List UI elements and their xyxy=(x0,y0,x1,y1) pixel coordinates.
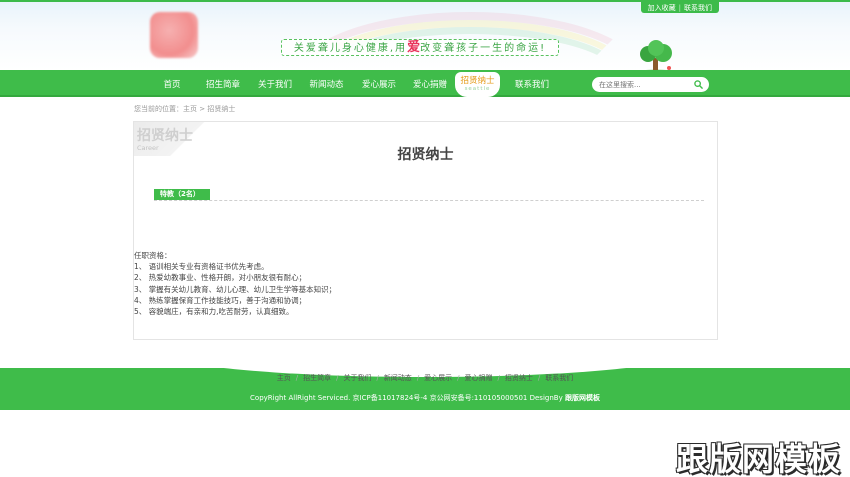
nav-item-careers-label: 招贤纳士 xyxy=(460,76,495,86)
copyright-text: CopyRight AllRight Serviced. 京ICP备110178… xyxy=(250,394,563,402)
search-input[interactable] xyxy=(599,79,689,90)
designer-link[interactable]: 跟版网模板 xyxy=(565,394,600,402)
nav-item-showcase[interactable]: 爱心展示 xyxy=(353,78,405,90)
nav-item-news[interactable]: 新闻动态 xyxy=(300,78,353,90)
search-box xyxy=(592,77,709,92)
footer-separator: / xyxy=(376,374,379,382)
footer-link-careers[interactable]: 招贤纳士 xyxy=(505,374,533,382)
copyright: CopyRight AllRight Serviced. 京ICP备110178… xyxy=(0,393,850,403)
footer-separator: / xyxy=(416,374,420,382)
job-requirements: 任职资格： 1、 语训相关专业有资格证书优先考虑。 2、 热爱幼教事业、性格开朗… xyxy=(134,250,336,317)
footer-link-donation[interactable]: 爱心捐赠 xyxy=(465,374,493,382)
slogan-text-post: 改变聋孩子一生的命运! xyxy=(420,43,547,54)
nav-item-about[interactable]: 关于我们 xyxy=(250,78,300,90)
requirement-item: 4、 熟练掌握保育工作技能技巧，善于沟通和协调； xyxy=(134,295,307,305)
slogan-banner: 关爱聋儿身心健康,用爱改变聋孩子一生的命运! xyxy=(281,39,559,56)
divider xyxy=(154,200,704,201)
job-position-tab[interactable]: 特教（2名） xyxy=(154,189,210,200)
footer-separator: / xyxy=(336,374,339,382)
footer-links: 主页 / 招生简章 / 关于我们 / 新闻动态 / 爱心展示 / 爱心捐赠 / 招贤纳士 / 联系我们 xyxy=(0,373,850,383)
nav-item-contact[interactable]: 联系我们 xyxy=(507,78,557,90)
top-links: 加入收藏 | 联系我们 xyxy=(640,2,719,13)
nav-item-admissions[interactable]: 招生简章 xyxy=(196,78,250,90)
breadcrumb: 您当前的位置：主页 > 招贤纳士 xyxy=(134,105,236,113)
nav-item-careers-sub: seattle xyxy=(464,86,491,92)
footer-separator: / xyxy=(537,374,541,382)
nav-item-careers[interactable]: 招贤纳士 seattle xyxy=(455,72,500,97)
requirement-item: 2、 热爱幼教事业、性格开朗，对小朋友很有耐心； xyxy=(134,273,307,283)
add-favorite-link[interactable]: 加入收藏 xyxy=(645,3,679,13)
nav-items: 首页 招生简章 关于我们 新闻动态 爱心展示 爱心捐赠 招贤纳士 seattle… xyxy=(148,70,557,97)
content-box: 招贤纳士 Career 招贤纳士 特教（2名） 任职资格： 1、 语训相关专业有… xyxy=(133,121,718,340)
footer: 主页 / 招生简章 / 关于我们 / 新闻动态 / 爱心展示 / 爱心捐赠 / 招贤纳士 / 联系我们 Co… xyxy=(0,368,850,410)
corner-title: 招贤纳士 xyxy=(137,128,193,144)
watermark: 跟版网模板 xyxy=(676,440,842,477)
slogan-love-word: 爱 xyxy=(407,40,421,55)
slogan-text-pre: 关爱聋儿身心健康,用 xyxy=(293,43,408,54)
main-nav: 首页 招生简章 关于我们 新闻动态 爱心展示 爱心捐赠 招贤纳士 seattle… xyxy=(0,70,850,97)
footer-link-showcase[interactable]: 爱心展示 xyxy=(424,374,452,382)
requirement-item: 5、 容貌端庄，有亲和力,吃苦耐劳，认真细致。 xyxy=(134,307,294,317)
requirement-item: 3、 掌握有关幼儿教育、幼儿心理、幼儿卫生学等基本知识； xyxy=(134,284,337,294)
header: 关爱聋儿身心健康,用爱改变聋孩子一生的命运! 加入收藏 | 联系我们 xyxy=(0,0,850,70)
logo-image[interactable] xyxy=(150,12,198,58)
requirements-heading: 任职资格： xyxy=(134,251,172,260)
search-icon[interactable] xyxy=(694,80,703,89)
contact-us-top-link[interactable]: 联系我们 xyxy=(681,3,715,13)
nav-item-home[interactable]: 首页 xyxy=(148,78,196,90)
footer-link-admissions[interactable]: 招生简章 xyxy=(303,374,331,382)
nav-item-donation[interactable]: 爱心捐赠 xyxy=(405,78,455,90)
page-title: 招贤纳士 xyxy=(397,147,454,163)
requirement-item: 1、 语训相关专业有资格证书优先考虑。 xyxy=(134,262,269,272)
top-link-separator: | xyxy=(678,3,681,12)
footer-link-about[interactable]: 关于我们 xyxy=(343,374,371,382)
footer-link-contact[interactable]: 联系我们 xyxy=(545,374,573,382)
footer-link-home[interactable]: 主页 xyxy=(277,374,291,382)
tree-icon xyxy=(640,40,672,70)
footer-separator: / xyxy=(497,374,500,382)
footer-separator: / xyxy=(457,374,460,382)
footer-link-news[interactable]: 新闻动态 xyxy=(384,374,412,382)
footer-separator: / xyxy=(295,374,299,382)
